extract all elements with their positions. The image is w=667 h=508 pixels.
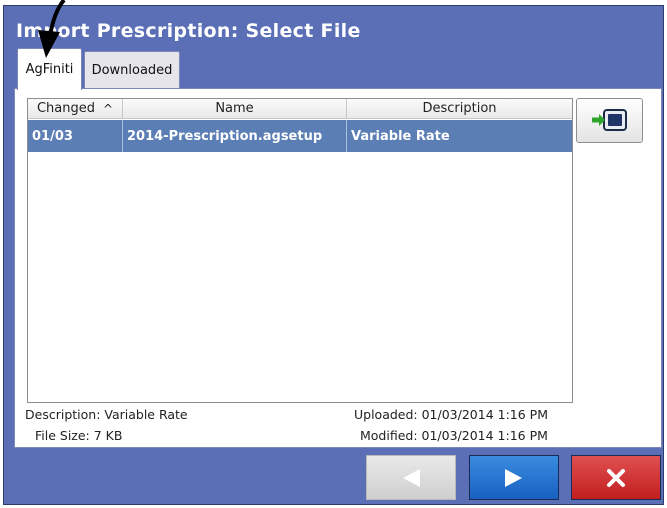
column-header-name-label: Name [215,101,254,116]
column-header-description-label: Description [422,101,497,116]
detail-file-size: File Size: 7 KB [35,428,123,443]
pointer-arrow-icon [38,0,66,58]
column-header-name[interactable]: Name [123,99,347,119]
sort-ascending-icon: ^ [102,101,114,116]
back-arrow-icon [403,468,420,487]
back-button[interactable] [366,455,456,500]
next-button[interactable] [469,455,559,500]
file-panel: Changed ^ Name Description 01/03 2014-Pr… [14,88,662,448]
cell-changed: 01/03 [28,120,123,152]
cancel-button[interactable] [571,455,661,500]
column-header-changed-label: Changed [36,101,95,116]
close-x-icon [607,468,625,487]
cell-name: 2014-Prescription.agsetup [123,120,347,152]
import-prescription-window: Import Prescription: Select File AgFinit… [3,5,664,505]
cell-description: Variable Rate [351,128,450,144]
next-arrow-icon [505,468,522,487]
detail-uploaded: Uploaded: 01/03/2014 1:16 PM [354,407,548,422]
table-row[interactable]: 01/03 2014-Prescription.agsetup Variable… [28,120,572,152]
column-header-changed[interactable]: Changed ^ [28,99,123,119]
detail-modified: Modified: 01/03/2014 1:16 PM [360,428,548,443]
import-button[interactable] [576,98,643,143]
column-header-description[interactable]: Description [347,99,572,119]
detail-description: Description: Variable Rate [25,407,188,422]
import-to-display-icon [591,108,627,131]
file-list[interactable]: Changed ^ Name Description 01/03 2014-Pr… [27,98,573,403]
